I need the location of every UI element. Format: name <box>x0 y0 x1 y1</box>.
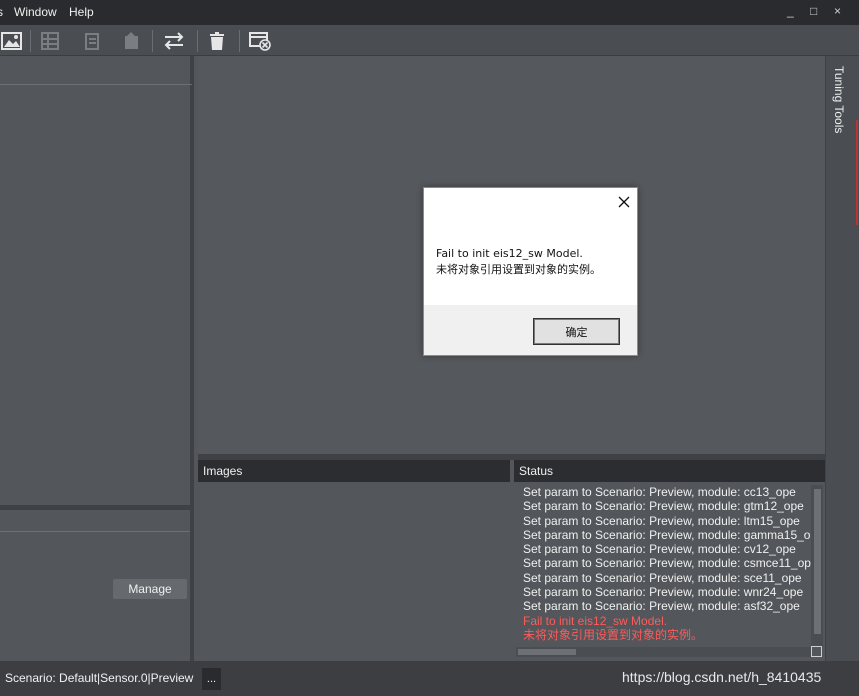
status-log: Set param to Scenario: Preview, module: … <box>514 485 811 645</box>
menu-item-window[interactable]: Window <box>14 5 57 19</box>
maximize-button[interactable]: □ <box>810 4 817 18</box>
menu-item-partial[interactable]: s <box>0 5 3 19</box>
toolbar-separator <box>197 30 198 52</box>
image-icon[interactable] <box>0 29 24 53</box>
export-icon[interactable] <box>80 29 104 53</box>
dialog-message: Fail to init eis12_sw Model. 未将对象引用设置到对象… <box>436 246 601 278</box>
close-window-icon[interactable] <box>248 29 272 53</box>
images-panel: Images <box>198 460 510 661</box>
divider <box>0 84 192 85</box>
menu-item-help[interactable]: Help <box>69 5 94 19</box>
log-line: Set param to Scenario: Preview, module: … <box>523 585 804 600</box>
manage-button[interactable]: Manage <box>113 579 187 599</box>
window-edge <box>856 120 858 225</box>
scrollbar-thumb[interactable] <box>814 489 821 634</box>
ok-button[interactable]: 确定 <box>533 318 620 345</box>
close-button[interactable]: × <box>834 4 841 18</box>
swap-icon[interactable] <box>162 29 186 53</box>
log-line: Set param to Scenario: Preview, module: … <box>523 570 802 585</box>
log-line: Set param to Scenario: Preview, module: … <box>523 556 811 571</box>
log-line: Set param to Scenario: Preview, module: … <box>523 485 796 499</box>
status-panel: Status Set param to Scenario: Preview, m… <box>514 460 825 661</box>
scenario-more-button[interactable]: ... <box>202 668 221 690</box>
log-line: Set param to Scenario: Preview, module: … <box>523 542 796 557</box>
toolbar-separator <box>239 30 240 52</box>
scrollbar-thumb[interactable] <box>518 649 576 655</box>
menu-bar: s Window Help _ □ × <box>0 0 859 25</box>
log-line: Set param to Scenario: Preview, module: … <box>523 513 800 528</box>
status-panel-title: Status <box>514 460 825 482</box>
dialog-footer: 确定 <box>424 305 637 355</box>
dialog-message-line: Fail to init eis12_sw Model. <box>436 247 583 260</box>
panel-splitter[interactable] <box>0 505 194 510</box>
side-tab-strip <box>825 56 859 661</box>
toolbar-separator <box>30 30 31 52</box>
toolbar-separator <box>152 30 153 52</box>
log-line: Set param to Scenario: Preview, module: … <box>523 527 811 542</box>
horizontal-scrollbar[interactable] <box>516 647 811 657</box>
watermark: https://blog.csdn.net/h_8410435 <box>622 669 822 685</box>
close-icon[interactable] <box>617 195 631 209</box>
log-error-line: 未将对象引用设置到对象的实例。 <box>523 627 704 642</box>
import-icon[interactable] <box>119 29 143 53</box>
tab-tuning-tools[interactable]: Tuning Tools <box>832 66 846 133</box>
vertical-scrollbar[interactable] <box>811 485 823 647</box>
resize-grip <box>811 646 822 657</box>
log-error-line: Fail to init eis12_sw Model. <box>523 613 668 628</box>
error-dialog: Fail to init eis12_sw Model. 未将对象引用设置到对象… <box>423 187 638 356</box>
toolbar <box>0 25 859 56</box>
status-bar: Scenario: Default|Sensor.0|Preview ... h… <box>0 661 859 696</box>
delete-icon[interactable] <box>205 29 229 53</box>
divider <box>0 531 190 532</box>
log-line: Set param to Scenario: Preview, module: … <box>523 499 804 514</box>
dialog-message-line: 未将对象引用设置到对象的实例。 <box>436 263 601 276</box>
grid-icon[interactable] <box>38 29 62 53</box>
minimize-button[interactable]: _ <box>787 4 794 18</box>
images-panel-title: Images <box>198 460 510 482</box>
scenario-label: Scenario: Default|Sensor.0|Preview <box>5 671 194 685</box>
left-panel <box>0 56 194 661</box>
log-line: Set param to Scenario: Preview, module: … <box>523 599 800 614</box>
